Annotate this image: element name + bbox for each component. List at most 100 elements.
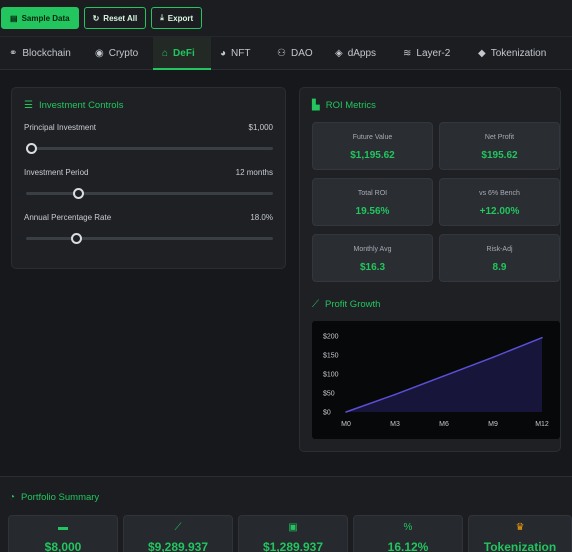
category-tabs: ⚭ Blockchain ◉ Crypto ⌂ DeFi ◕ NFT ⚇ DAO… [0,36,572,70]
apr-label: Annual Percentage Rate [24,213,112,222]
y-tick-label: $0 [323,410,331,417]
tab-dao[interactable]: ⚇ DAO [268,37,326,69]
profit-growth-chart: $0 $50 $100 $150 $200 M0 M3 M6 M9 M12 [312,321,560,439]
chart-title: Profit Growth [325,299,381,310]
coins-icon: ◉ [95,47,104,59]
tab-label: dApps [347,47,377,59]
gem-icon: ◆ [478,47,486,59]
portfolio-value: Tokenization [483,540,557,552]
apr-value: 18.0% [250,213,273,222]
metric-value: +12.00% [479,206,520,217]
main-content: ☰ Investment Controls Principal Investme… [0,71,572,475]
reset-all-label: Reset All [103,13,138,23]
metric-risk-adj: Risk-Adj 8.9 [439,234,560,282]
profit-point [541,336,543,339]
panel-title: Investment Controls [38,100,124,111]
profit-point [492,356,494,359]
metric-future-value: Future Value $1,195.62 [312,122,433,170]
metric-value: $1,195.62 [350,150,395,161]
portfolio-value: $1,289.937 [262,540,324,552]
portfolio-summary: ◔ Portfolio Summary ▬ $8,000 ⟋ $9,289.93… [0,476,572,552]
metric-value: 19.56% [355,206,390,217]
portfolio-card-best: ♛ Tokenization [468,515,572,552]
y-tick-label: $150 [323,353,339,360]
portfolio-summary-header: ◔ Portfolio Summary [9,492,99,503]
y-tick-label: $200 [323,334,339,341]
period-label: Investment Period [24,168,89,177]
x-tick-label: M9 [488,421,498,428]
tab-label: DAO [290,47,313,59]
principal-slider-thumb[interactable] [26,143,37,154]
period-slider[interactable] [26,192,273,195]
y-tick-label: $50 [323,391,335,398]
tab-crypto[interactable]: ◉ Crypto [86,37,153,69]
metric-label: Future Value [352,134,393,141]
tab-label: Crypto [108,47,139,59]
reset-all-button[interactable]: ↻ Reset All [83,7,147,29]
profit-point [345,411,347,413]
profit-growth-svg: $0 $50 $100 $150 $200 M0 M3 M6 M9 M12 [323,334,549,429]
apr-slider[interactable] [26,237,273,240]
tab-blockchain[interactable]: ⚭ Blockchain [0,37,86,69]
metric-value: 8.9 [492,262,507,273]
layers-icon: ≋ [403,47,412,59]
tab-label: DeFi [173,47,195,59]
refresh-icon: ↻ [92,13,100,23]
x-tick-label: M12 [535,421,549,428]
bar-chart-icon: ▙ [312,100,320,111]
tab-label: Blockchain [22,47,71,59]
portfolio-card-profit: ▣ $1,289.937 [238,515,348,552]
tab-tokenization[interactable]: ◆ Tokenization [469,37,572,69]
money-icon: ▣ [288,522,298,533]
roi-metrics-panel: ▙ ROI Metrics Future Value $1,195.62 Net… [299,87,561,452]
sample-data-button[interactable]: ▤ Sample Data [1,7,79,29]
tab-label: Tokenization [490,47,547,59]
chart-line-icon: ⟋ [174,522,182,533]
x-tick-label: M6 [439,421,449,428]
metric-label: Monthly Avg [353,246,392,253]
portfolio-value: $8,000 [44,540,82,552]
panel-title: ROI Metrics [325,100,376,111]
cube-icon: ◈ [335,47,343,59]
export-label: Export [167,13,194,23]
database-icon: ▤ [10,13,18,23]
pie-chart-icon: ◔ [9,492,16,503]
tab-dapps[interactable]: ◈ dApps [326,37,394,69]
metric-label: Net Profit [484,134,515,141]
period-slider-thumb[interactable] [73,188,85,199]
trophy-icon: ♛ [515,522,525,533]
line-chart-icon: ⟋ [312,299,319,310]
tab-defi[interactable]: ⌂ DeFi [153,37,211,70]
portfolio-value: 16.12% [387,540,429,552]
roi-metrics-header: ▙ ROI Metrics [312,100,376,111]
tab-layer-2[interactable]: ≋ Layer-2 [394,37,469,69]
tab-label: NFT [231,47,251,59]
portfolio-title: Portfolio Summary [21,492,100,503]
portfolio-card-total: ⟋ $9,289.937 [123,515,233,552]
y-tick-label: $100 [323,372,339,379]
metric-net-profit: Net Profit $195.62 [439,122,560,170]
bank-icon: ⌂ [162,47,169,59]
wallet-icon: ▬ [58,522,68,533]
portfolio-value: $9,289.937 [147,540,209,552]
metric-value: $195.62 [481,150,518,161]
link-icon: ⚭ [9,47,18,59]
principal-slider[interactable] [26,147,273,150]
metric-label: vs 6% Bench [479,190,520,197]
toolbar: ▤ Sample Data ↻ Reset All ⤓ Export [0,0,572,36]
apr-slider-thumb[interactable] [70,233,82,244]
metric-value: $16.3 [359,262,386,273]
metric-total-roi: Total ROI 19.56% [312,178,433,226]
export-button[interactable]: ⤓ Export [151,7,203,29]
sample-data-label: Sample Data [21,13,70,23]
portfolio-card-return: % 16.12% [353,515,463,552]
tab-nft[interactable]: ◕ NFT [211,37,268,69]
palette-icon: ◕ [220,47,227,59]
percent-icon: % [403,522,413,533]
profit-growth-header: ⟋ Profit Growth [312,299,380,310]
x-tick-label: M3 [390,421,400,428]
x-tick-label: M0 [341,421,351,428]
download-icon: ⤓ [160,13,164,22]
principal-label: Principal Investment [24,123,97,132]
profit-point [443,375,445,377]
